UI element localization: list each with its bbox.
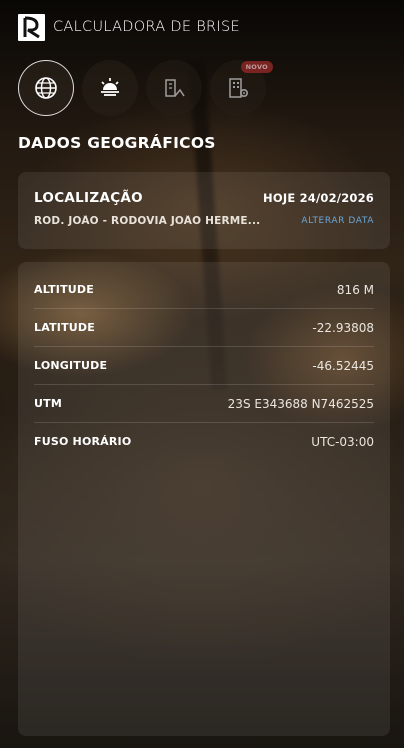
globe-icon [35,77,57,99]
tab-building[interactable]: NOVO [210,60,273,116]
row-altitude: ALTITUDE 816 M [34,271,374,309]
app-title: CALCULADORA DE BRISE [53,19,240,35]
row-latitude: LATITUDE -22.93808 [34,309,374,347]
tab-sun[interactable] [82,60,138,116]
location-card: LOCALIZAÇÃO HOJE 24/02/2026 ROD. JOÃO - … [18,172,390,249]
row-longitude: LONGITUDE -46.52445 [34,347,374,385]
building-gear-icon [229,78,249,98]
tab-facade[interactable] [146,60,202,116]
new-badge: NOVO [240,61,273,73]
row-value: 23S E343688 N7462525 [227,396,374,411]
sunrise-icon [101,78,119,96]
row-timezone: FUSO HORÁRIO UTC-03:00 [34,423,374,460]
row-value: -22.93808 [312,320,374,335]
location-address[interactable]: ROD. JOÃO - RODOVIA JOÃO HERME... [34,215,274,227]
row-value: -46.52445 [312,358,374,373]
row-value: 816 M [336,282,374,297]
current-date: HOJE 24/02/2026 [263,191,374,205]
row-label: LATITUDE [34,321,95,334]
app-header: CALCULADORA DE BRISE [18,13,240,41]
geo-data-card: ALTITUDE 816 M LATITUDE -22.93808 LONGIT… [18,262,390,736]
page-title: DADOS GEOGRÁFICOS [18,134,216,152]
tab-bar: NOVO [18,60,273,116]
change-date-link[interactable]: ALTERAR DATA [301,216,374,226]
location-title: LOCALIZAÇÃO [34,190,143,206]
brand-logo-icon [18,13,45,41]
row-label: UTM [34,397,62,410]
building-sun-icon [165,79,185,97]
row-label: LONGITUDE [34,359,108,372]
row-value: UTC-03:00 [311,434,374,449]
row-utm: UTM 23S E343688 N7462525 [34,385,374,423]
tab-geographic-data[interactable] [18,60,74,116]
row-label: FUSO HORÁRIO [34,435,132,448]
row-label: ALTITUDE [34,283,94,296]
